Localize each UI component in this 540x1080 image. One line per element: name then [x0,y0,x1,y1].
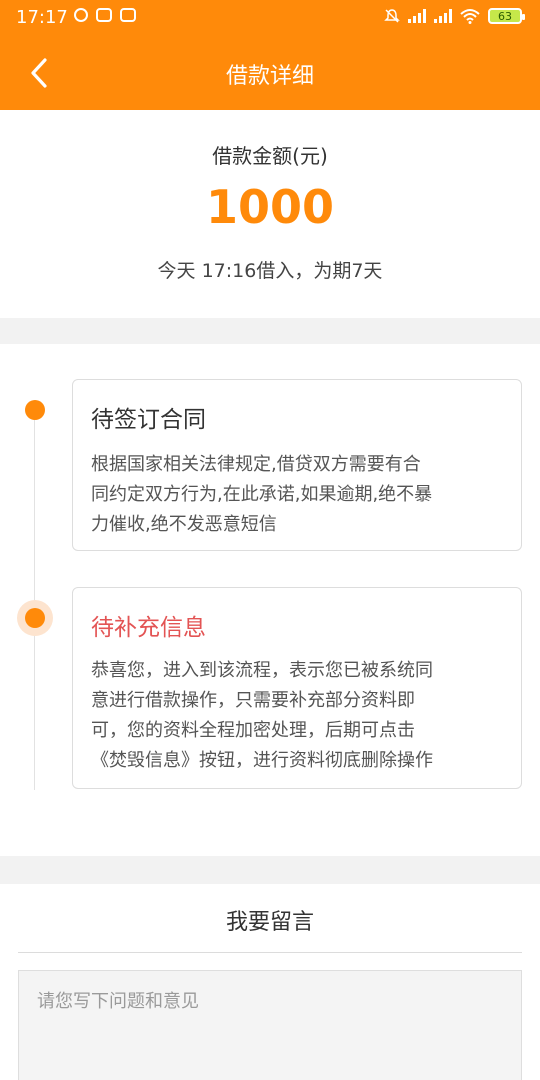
timeline-line [34,410,35,790]
app-header: 借款详细 [0,36,540,110]
wifi-icon [460,9,480,24]
message-title: 我要留言 [225,910,314,935]
status-time: 17:17 [16,7,68,28]
status-bar: 17:17 63 [0,0,540,36]
loan-amount: 1000 [205,180,335,234]
message-notification-icon [96,8,112,22]
step-description: 恭喜您，进入到该流程，表示您已被系统同 意进行借款操作，只需要补充部分资料即 可… [91,660,433,771]
loan-amount-label: 借款金额(元) [212,144,328,168]
chat-notification-icon [74,8,88,22]
step-title: 待补充信息 [91,615,206,641]
progress-timeline: 待签订合同 根据国家相关法律规定,借贷双方需要有合 同约定双方行为,在此承诺,如… [0,344,540,856]
page-title: 借款详细 [225,64,314,89]
battery-icon: 63 [488,8,525,24]
loan-term-text: 今天 17:16借入，为期7天 [157,260,383,282]
signal-icon [408,9,426,23]
step-1-dot [25,400,45,420]
step-title: 待签订合同 [91,407,206,433]
step-card-supplement-info[interactable]: 待补充信息 恭喜您，进入到该流程，表示您已被系统同 意进行借款操作，只需要补充部… [72,587,522,789]
step-2-dot-active [25,608,45,628]
step-description: 根据国家相关法律规定,借贷双方需要有合 同约定双方行为,在此承诺,如果逾期,绝不… [91,454,433,535]
mute-icon [384,9,400,23]
message-section: 我要留言 [0,884,540,1080]
app-notification-icon [120,8,136,22]
signal-icon [434,9,452,23]
step-card-contract[interactable]: 待签订合同 根据国家相关法律规定,借贷双方需要有合 同约定双方行为,在此承诺,如… [72,379,522,551]
loan-summary: 借款金额(元) 1000 今天 17:16借入，为期7天 [0,110,540,318]
divider [18,952,522,953]
message-input[interactable] [18,970,522,1080]
